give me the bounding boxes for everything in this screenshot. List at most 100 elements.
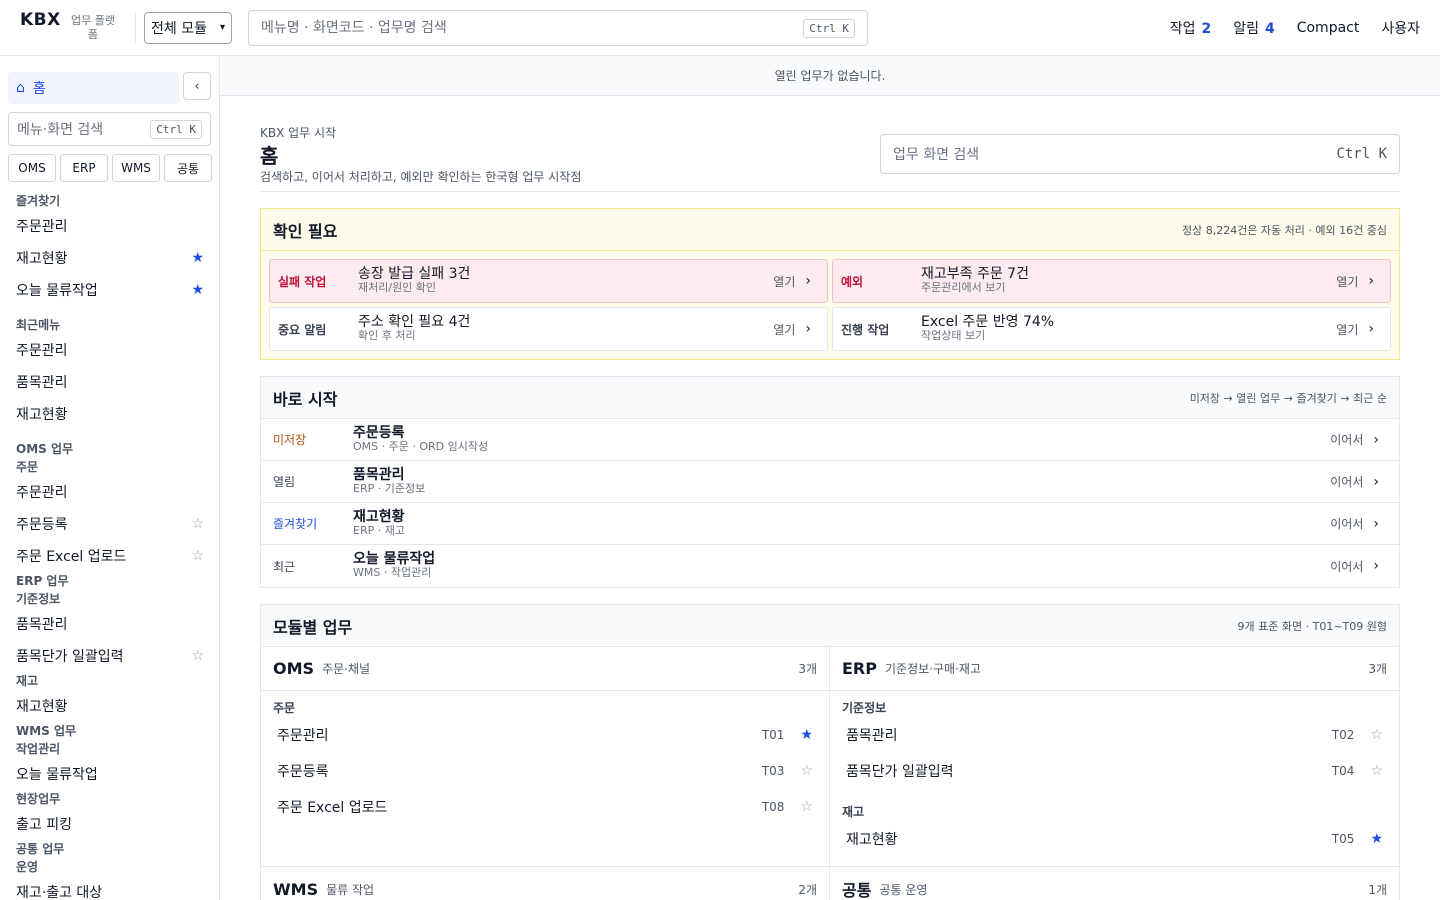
screen-item[interactable]: 품목관리 T02 ☆ [842, 717, 1387, 753]
star-icon[interactable]: ☆ [191, 516, 204, 532]
sidebar-item[interactable]: 주문관리 [0, 476, 219, 508]
star-icon[interactable]: ★ [1370, 831, 1383, 847]
star-icon[interactable]: ☆ [800, 799, 813, 815]
continue-button[interactable]: 이어서 › [1330, 558, 1387, 575]
sidebar-item[interactable]: 주문관리 [0, 210, 219, 242]
module-select[interactable]: 전체 모듈 ▾ [144, 12, 232, 44]
collapse-sidebar-button[interactable]: ‹ [183, 72, 211, 100]
favorites-heading: 즐겨찾기 [16, 194, 61, 208]
chevron-right-icon: › [1373, 558, 1379, 574]
alert-tag: 중요 알림 [278, 322, 327, 337]
common-group-heading: 운영 [16, 860, 39, 874]
star-icon[interactable]: ☆ [191, 548, 204, 564]
screen-code: T05 [1331, 832, 1355, 846]
alert-card[interactable]: 진행 작업 Excel 주문 반영 74% 작업상태 보기 열기 › [832, 307, 1391, 351]
user-menu[interactable]: 사용자 [1381, 18, 1420, 38]
open-button[interactable]: 열기 › [773, 273, 819, 290]
sidebar-item[interactable]: 주문관리 [0, 334, 219, 366]
screen-name: 품목관리 [846, 728, 898, 744]
sidebar-item[interactable]: 품목관리 [0, 608, 219, 640]
quick-title: 오늘 물류작업 [353, 551, 436, 567]
quick-start-row[interactable]: 즐겨찾기 재고현황 ERP · 재고 이어서 › [261, 503, 1399, 545]
screen-item[interactable]: 주문등록 T03 ☆ [273, 753, 817, 789]
sidebar-item[interactable]: 재고현황 [0, 690, 219, 722]
alert-card[interactable]: 예외 재고부족 주문 7건 주문관리에서 보기 열기 › [832, 259, 1391, 303]
open-label: 열기 [773, 322, 796, 337]
star-icon[interactable]: ★ [191, 250, 204, 266]
sidebar-item[interactable]: 오늘 물류작업 [0, 758, 219, 790]
sidebar-item[interactable]: 주문등록 ☆ [0, 508, 219, 540]
quick-start-row[interactable]: 최근 오늘 물류작업 WMS · 작업관리 이어서 › [261, 545, 1399, 587]
quick-start-meta: 미저장 → 열린 업무 → 즐겨찾기 → 최근 순 [1189, 391, 1387, 405]
quick-title: 주문등록 [353, 424, 405, 441]
tab-erp[interactable]: ERP [60, 154, 108, 182]
nav-tasks-count: 2 [1201, 21, 1212, 37]
tab-wms[interactable]: WMS [112, 154, 160, 182]
sidebar-item[interactable]: 주문 Excel 업로드 ☆ [0, 540, 219, 572]
continue-button[interactable]: 이어서 › [1330, 473, 1387, 490]
screen-item[interactable]: 품목단가 일괄입력 T04 ☆ [842, 753, 1387, 789]
page-header: KBX 업무 시작 홈 검색하고, 이어서 처리하고, 예외만 확인하는 한국형… [260, 96, 1400, 192]
alert-subtitle: 주문관리에서 보기 [921, 281, 1006, 294]
screen-name: 재고현황 [846, 832, 898, 848]
module-name: OMS [273, 659, 315, 678]
global-search[interactable]: Ctrl K [248, 10, 868, 46]
sidebar-item[interactable]: 재고현황 ★ [0, 242, 219, 274]
logo[interactable]: KBX [20, 10, 61, 30]
continue-button[interactable]: 이어서 › [1330, 431, 1387, 448]
recent-heading: 최근메뉴 [16, 318, 61, 332]
sidebar-item-label: 출고 피킹 [16, 817, 72, 833]
compact-toggle[interactable]: Compact [1297, 20, 1360, 36]
open-button[interactable]: 열기 › [1336, 321, 1382, 338]
star-icon[interactable]: ★ [800, 727, 813, 743]
modules-header: 모듈별 업무 9개 표준 화면 · T01~T09 원형 [261, 605, 1399, 647]
screen-code: T01 [761, 728, 785, 742]
open-label: 열기 [1336, 274, 1359, 289]
star-icon[interactable]: ☆ [191, 648, 204, 664]
alert-tag: 진행 작업 [841, 322, 890, 337]
attention-header: 확인 필요 정상 8,224건은 자동 처리 · 예외 16건 중심 [261, 209, 1399, 251]
quick-start-row[interactable]: 미저장 주문등록 OMS · 주문 · ORD 임시작성 이어서 › [261, 419, 1399, 461]
sidebar-item[interactable]: 재고현황 [0, 398, 219, 430]
sidebar-item[interactable]: 품목단가 일괄입력 ☆ [0, 640, 219, 672]
sidebar-item-label: 재고현황 [16, 699, 68, 715]
sidebar-item[interactable]: 출고 피킹 [0, 808, 219, 840]
open-button[interactable]: 열기 › [1336, 273, 1382, 290]
top-nav: 작업 2 알림 4 Compact 사용자 [1170, 0, 1420, 56]
page-kicker: KBX 업무 시작 [260, 126, 337, 140]
screen-item[interactable]: 주문 Excel 업로드 T08 ☆ [273, 789, 817, 825]
module-count: 1개 [1368, 882, 1387, 897]
screen-item[interactable]: 재고현황 T05 ★ [842, 821, 1387, 857]
page-title: 홈 [260, 144, 279, 168]
star-icon[interactable]: ☆ [1370, 727, 1383, 743]
work-screen-search[interactable]: 업무 화면 검색 Ctrl K [880, 134, 1400, 174]
alert-card[interactable]: 중요 알림 주소 확인 필요 4건 확인 후 처리 열기 › [269, 307, 828, 351]
tab-common[interactable]: 공통 [164, 154, 212, 182]
star-icon[interactable]: ☆ [800, 763, 813, 779]
nav-tasks[interactable]: 작업 2 [1170, 18, 1212, 38]
quick-tag: 열림 [273, 475, 296, 489]
module-count: 3개 [1368, 662, 1387, 676]
star-icon[interactable]: ☆ [1370, 763, 1383, 779]
open-button[interactable]: 열기 › [773, 321, 819, 338]
continue-button[interactable]: 이어서 › [1330, 515, 1387, 532]
sidebar-search[interactable]: 메뉴·화면 검색 Ctrl K [8, 112, 211, 146]
screen-item[interactable]: 주문관리 T01 ★ [273, 717, 817, 753]
quick-start-row[interactable]: 열림 품목관리 ERP · 기준정보 이어서 › [261, 461, 1399, 503]
sidebar-item[interactable]: 품목관리 [0, 366, 219, 398]
star-icon[interactable]: ★ [191, 282, 204, 298]
erp-group-heading: 기준정보 [16, 592, 61, 606]
quick-subtitle: WMS · 작업관리 [353, 566, 432, 579]
sidebar-home[interactable]: ⌂ 홈 [8, 72, 179, 104]
nav-alerts[interactable]: 알림 4 [1233, 18, 1275, 38]
screen-name: 품목단가 일괄입력 [846, 764, 954, 780]
alert-card[interactable]: 실패 작업 송장 발급 실패 3건 재처리/원인 확인 열기 › [269, 259, 828, 303]
page-description: 검색하고, 이어서 처리하고, 예외만 확인하는 한국형 업무 시작점 [260, 170, 582, 184]
screen-name: 주문등록 [277, 764, 329, 780]
work-screen-search-shortcut: Ctrl K [1336, 146, 1387, 162]
sidebar-item[interactable]: 재고·출고 대상 [0, 876, 219, 900]
global-search-input[interactable] [261, 20, 804, 36]
tab-oms[interactable]: OMS [8, 154, 56, 182]
sidebar-item[interactable]: 오늘 물류작업 ★ [0, 274, 219, 306]
module-count: 2개 [798, 882, 817, 897]
